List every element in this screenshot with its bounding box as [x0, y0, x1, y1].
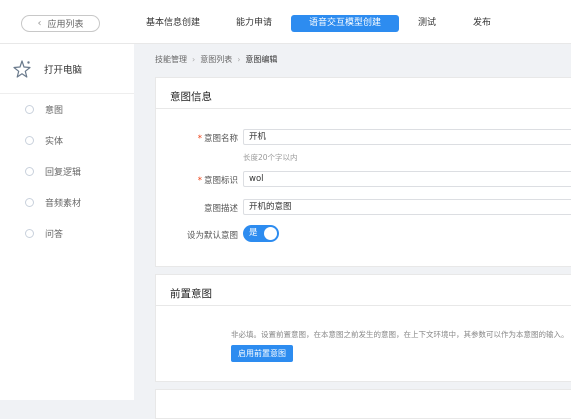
intent-id-input[interactable]: wol — [243, 171, 571, 187]
app-name: 打开电脑 — [44, 65, 83, 76]
tab-test[interactable]: 测试 — [412, 15, 442, 32]
star-sparkle-icon — [13, 60, 31, 78]
breadcrumb: 技能管理 › 意图列表 › 意图编辑 — [155, 54, 277, 65]
next-card — [155, 389, 571, 419]
toggle-text: 是 — [249, 228, 258, 238]
default-intent-toggle[interactable]: 是 — [243, 225, 279, 242]
pre-intent-description: 非必填。设置前置意图，在本意图之前发生的意图，在上下文环境中，其参数可以作为本意… — [231, 330, 569, 339]
sidebar-app-header: 打开电脑 — [0, 44, 134, 94]
tab-publish[interactable]: 发布 — [467, 15, 497, 32]
tab-voice-model[interactable]: 语音交互模型创建 — [291, 15, 399, 32]
breadcrumb-skill-manage[interactable]: 技能管理 — [155, 54, 187, 65]
required-star: * — [197, 134, 202, 144]
breadcrumb-intent-list[interactable]: 意图列表 — [200, 54, 232, 65]
chevron-right-icon: › — [192, 55, 196, 64]
pre-intent-card: 前置意图 非必填。设置前置意图，在本意图之前发生的意图，在上下文环境中，其参数可… — [155, 274, 571, 382]
sidebar-item-qa[interactable]: 问答 — [0, 225, 134, 245]
intent-desc-input[interactable]: 开机的意图 — [243, 199, 571, 215]
back-button-label: 应用列表 — [47, 20, 84, 30]
sidebar-item-intent[interactable]: 意图 — [0, 101, 134, 121]
circle-icon — [25, 198, 34, 207]
sidebar-item-label: 回复逻辑 — [45, 168, 82, 178]
tab-basic-info[interactable]: 基本信息创建 — [141, 15, 205, 32]
tab-capability-apply[interactable]: 能力申请 — [228, 15, 280, 32]
chevron-left-icon: ‹ — [37, 17, 42, 29]
circle-icon — [25, 136, 34, 145]
intent-id-label: * 意图标识 — [197, 176, 238, 186]
divider — [156, 108, 571, 109]
sidebar-item-label: 音频素材 — [45, 199, 82, 209]
card-title: 前置意图 — [170, 288, 212, 300]
intent-name-input[interactable]: 开机 — [243, 129, 571, 145]
sidebar-item-reply-logic[interactable]: 回复逻辑 — [0, 163, 134, 183]
enable-pre-intent-button[interactable]: 启用前置意图 — [231, 345, 293, 362]
intent-desc-label: 意图描述 — [203, 204, 238, 214]
intent-name-hint: 长度20个字以内 — [243, 153, 298, 162]
default-intent-label: 设为默认意图 — [186, 231, 238, 241]
intent-name-label: * 意图名称 — [197, 134, 238, 144]
top-bar: ‹ 应用列表 基本信息创建 能力申请 语音交互模型创建 测试 发布 — [0, 0, 571, 44]
sidebar-item-label: 意图 — [45, 106, 64, 116]
sidebar-item-label: 实体 — [45, 137, 64, 147]
circle-icon — [25, 167, 34, 176]
back-to-app-list-button[interactable]: ‹ 应用列表 — [21, 15, 100, 32]
card-title: 意图信息 — [170, 91, 212, 103]
sidebar: 打开电脑 意图 实体 回复逻辑 音频素材 问答 — [0, 44, 134, 400]
sidebar-item-label: 问答 — [45, 230, 64, 240]
sidebar-item-audio[interactable]: 音频素材 — [0, 194, 134, 214]
chevron-right-icon: › — [237, 55, 241, 64]
sidebar-item-entity[interactable]: 实体 — [0, 132, 134, 152]
circle-icon — [25, 229, 34, 238]
toggle-knob — [264, 227, 277, 240]
divider — [156, 305, 571, 306]
breadcrumb-intent-edit: 意图编辑 — [245, 55, 278, 64]
intent-info-card: 意图信息 * 意图名称 开机 长度20个字以内 * 意图标识 wol 意图描述 开机… — [155, 77, 571, 267]
required-star: * — [197, 176, 202, 186]
circle-icon — [25, 105, 34, 114]
